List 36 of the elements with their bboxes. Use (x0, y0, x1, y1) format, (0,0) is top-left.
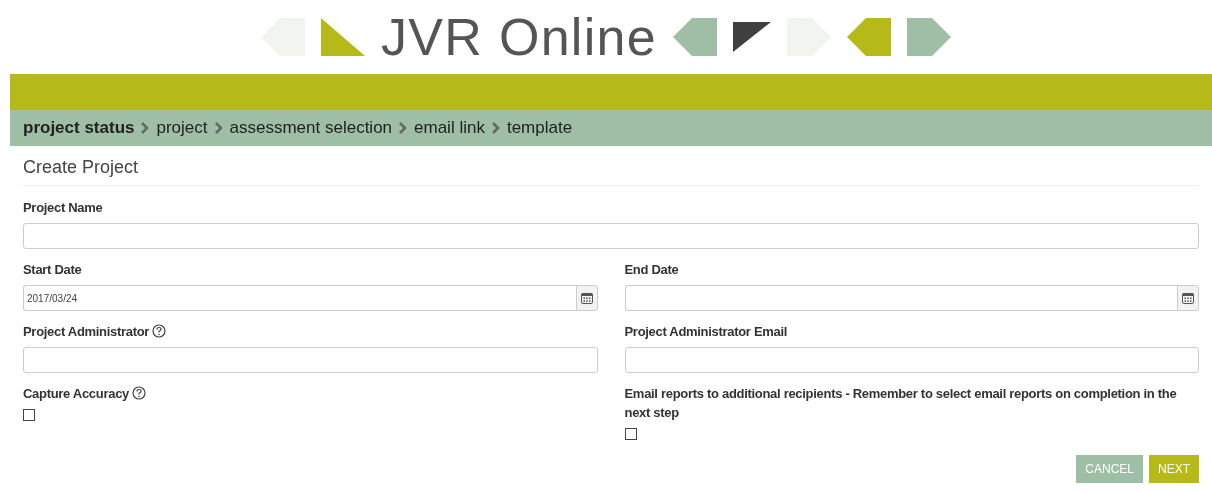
field-label: Capture Accuracy (23, 386, 129, 401)
calendar-button[interactable] (575, 285, 598, 311)
logo-shape-icon (673, 18, 717, 56)
date-input[interactable]: 2017/03/24 (23, 285, 576, 311)
logo-text: JVR Online (381, 11, 657, 63)
page-title: Create Project (23, 146, 1199, 186)
chevron-icon (214, 122, 223, 134)
field-label: Email reports to additional recipients - Remember to select email reports on completion in the next step (624, 386, 1177, 420)
calendar-button[interactable] (1177, 285, 1199, 311)
date-input[interactable] (624, 285, 1177, 311)
breadcrumb-link[interactable]: email link (414, 115, 485, 141)
checkbox[interactable] (624, 428, 637, 440)
help-icon[interactable] (132, 386, 146, 400)
help-icon[interactable] (152, 324, 167, 338)
field-label: Project Name (23, 200, 103, 215)
chevron-icon (399, 122, 408, 134)
field-label: End Date (624, 262, 679, 277)
breadcrumb-link[interactable]: project (156, 115, 208, 141)
logo-shape-icon (321, 18, 365, 56)
calendar-icon (1182, 292, 1194, 304)
logo-shape-icon (847, 18, 891, 56)
field-label: Project Administrator Email (624, 324, 788, 339)
chevron-icon (141, 122, 150, 134)
field-label: Start Date (23, 262, 82, 277)
breadcrumb-link[interactable]: assessment selection (229, 115, 393, 141)
breadcrumb-link[interactable]: project status (23, 115, 135, 141)
calendar-icon (580, 292, 593, 304)
logo-shape-icon (907, 18, 951, 56)
text-input[interactable] (23, 223, 1199, 249)
breadcrumb-link[interactable]: template (506, 115, 573, 141)
text-input[interactable] (624, 347, 1199, 373)
text-input[interactable] (23, 347, 598, 373)
checkbox[interactable] (23, 409, 35, 421)
chevron-icon (491, 122, 500, 134)
logo-shape-icon (733, 22, 771, 52)
field-label: Project Administrator (23, 324, 150, 339)
